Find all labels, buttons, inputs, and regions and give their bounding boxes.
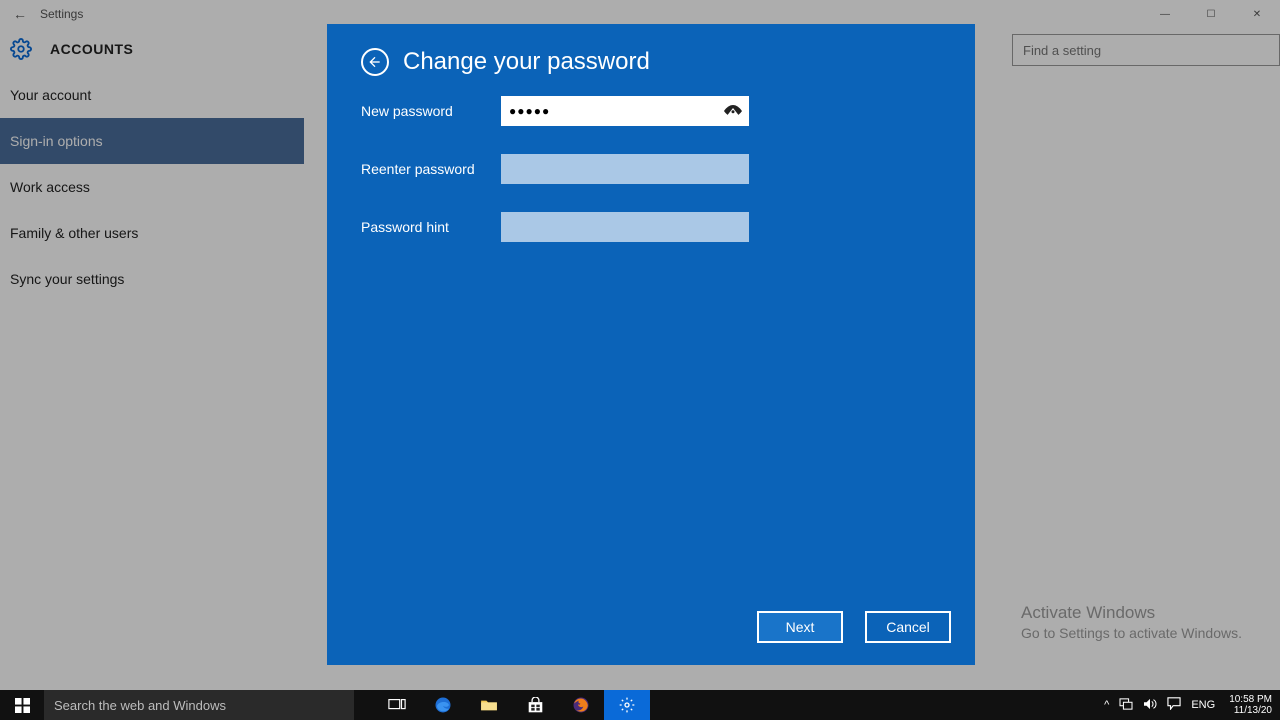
taskview-icon [388,698,406,712]
windows-icon [15,698,30,713]
file-explorer-icon[interactable] [466,690,512,720]
arrow-left-icon [367,54,383,70]
gear-icon [619,697,635,713]
tray-chevron-icon[interactable]: ^ [1104,699,1109,711]
task-view-icon[interactable] [374,690,420,720]
change-password-modal: Change your password New password Reente… [327,24,975,665]
modal-footer: Next Cancel [757,611,951,643]
volume-icon[interactable] [1143,698,1157,713]
language-indicator[interactable]: ENG [1191,699,1215,711]
reveal-password-icon[interactable] [723,101,743,121]
reenter-password-input[interactable] [501,154,749,184]
password-hint-row: Password hint [361,212,941,242]
clock-date: 11/13/20 [1229,705,1272,716]
edge-icon [434,696,452,714]
system-tray: ^ ENG 10:58 PM 11/13/20 [1104,690,1280,720]
start-button[interactable] [0,690,44,720]
network-icon[interactable] [1119,698,1133,713]
reenter-password-row: Reenter password [361,154,941,184]
modal-back-button[interactable] [361,48,389,76]
folder-icon [480,698,498,712]
edge-app-icon[interactable] [420,690,466,720]
firefox-app-icon[interactable] [558,690,604,720]
taskbar-apps [374,690,650,720]
new-password-input[interactable] [501,96,749,126]
firefox-icon [572,696,590,714]
password-hint-label: Password hint [361,219,501,235]
taskbar: Search the web and Windows ^ [0,690,1280,720]
taskbar-search-placeholder: Search the web and Windows [54,698,226,713]
clock[interactable]: 10:58 PM 11/13/20 [1225,694,1276,716]
password-hint-input[interactable] [501,212,749,242]
store-app-icon[interactable] [512,690,558,720]
cancel-button[interactable]: Cancel [865,611,951,643]
next-button[interactable]: Next [757,611,843,643]
settings-app-icon[interactable] [604,690,650,720]
modal-title: Change your password [403,48,650,76]
modal-header: Change your password [361,48,941,76]
store-icon [527,697,544,714]
clock-time: 10:58 PM [1229,694,1272,705]
taskbar-search[interactable]: Search the web and Windows [44,690,354,720]
new-password-label: New password [361,103,501,119]
reenter-password-label: Reenter password [361,161,501,177]
action-center-icon[interactable] [1167,697,1181,713]
new-password-row: New password [361,96,941,126]
